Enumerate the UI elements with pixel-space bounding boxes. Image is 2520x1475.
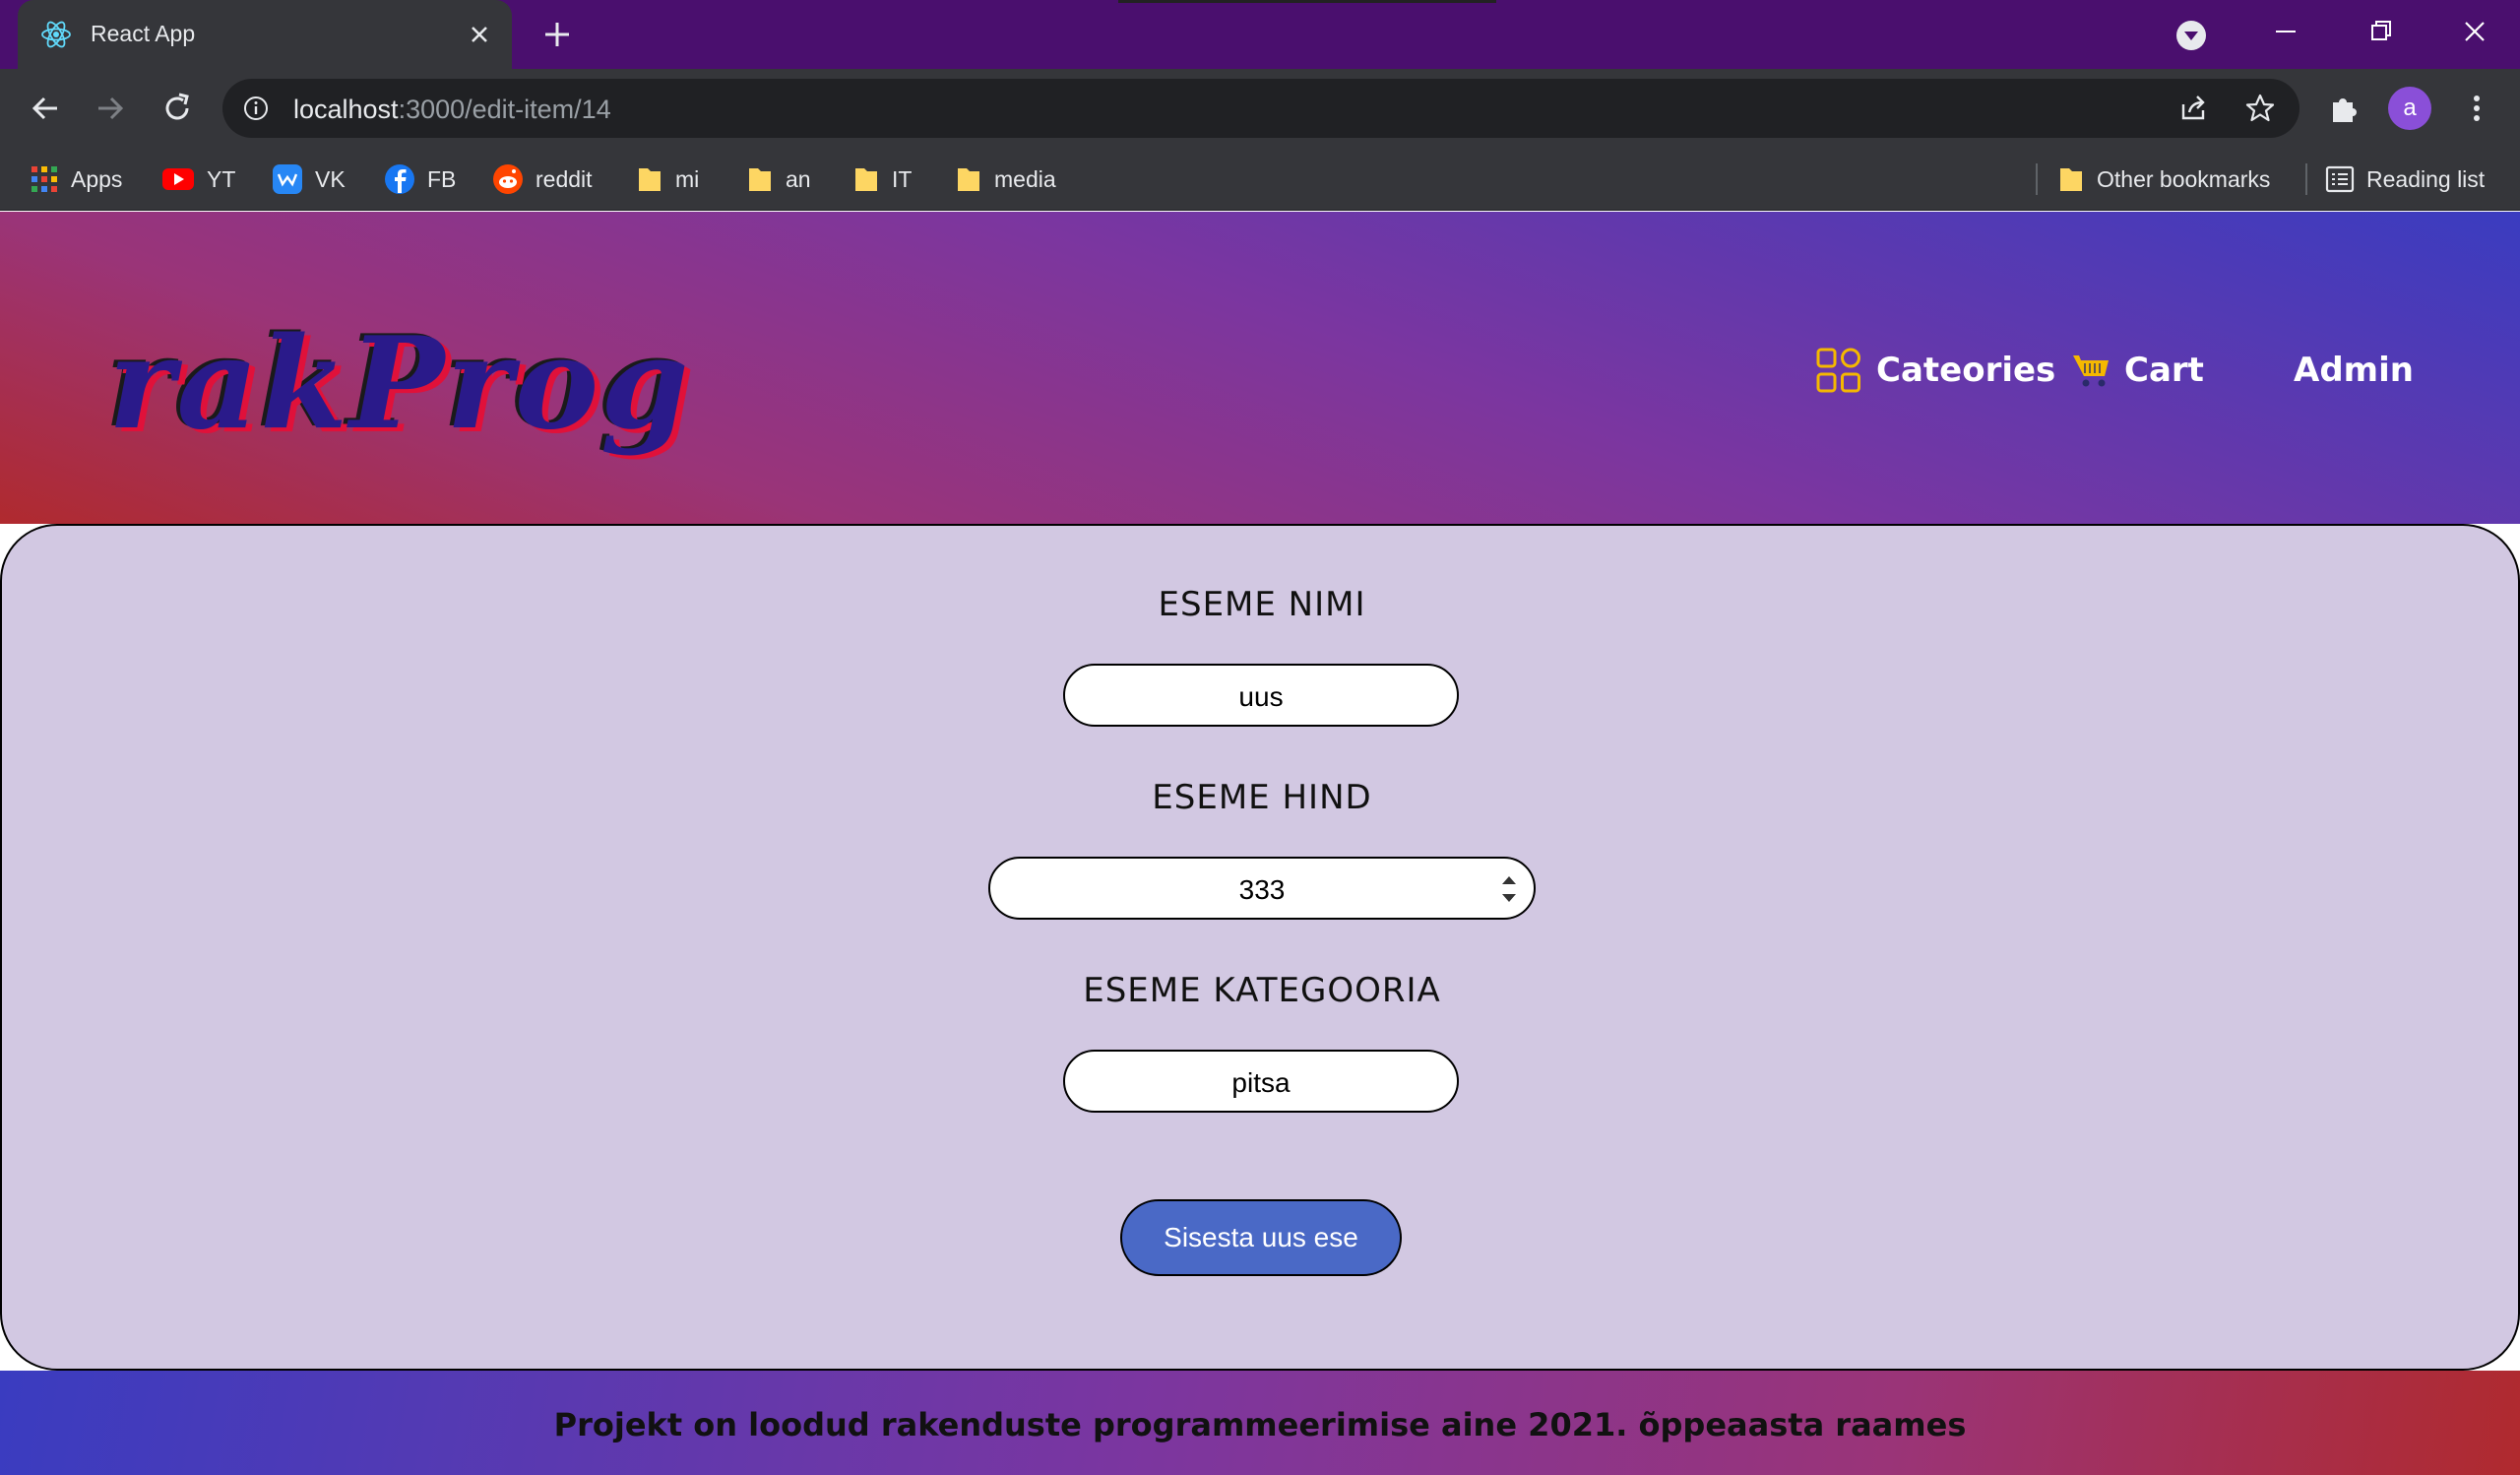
vk-icon: [273, 164, 302, 194]
folder-icon: [749, 168, 771, 191]
nav-categories[interactable]: Cateories: [1815, 346, 2055, 395]
address-bar[interactable]: localhost:3000/edit-item/14: [222, 79, 2300, 138]
back-arrow-icon[interactable]: [26, 89, 65, 128]
other-bookmarks[interactable]: Other bookmarks: [2057, 161, 2270, 197]
apps-grid-icon: [32, 166, 57, 192]
url-text: localhost:3000/edit-item/14: [293, 95, 611, 125]
close-window-icon[interactable]: [2451, 12, 2498, 51]
site-header: rakProg Cateories Cart Admin: [0, 212, 2520, 524]
bookmark-reddit[interactable]: reddit: [492, 161, 593, 197]
bookmark-yt[interactable]: YT: [161, 161, 235, 197]
bookmark-label: FB: [427, 165, 457, 192]
bookmark-folder-an[interactable]: an: [746, 161, 811, 197]
folder-icon: [855, 168, 877, 191]
folder-icon: [639, 168, 661, 191]
close-tab-icon[interactable]: [463, 18, 496, 51]
reload-icon[interactable]: [158, 89, 197, 128]
item-category-input[interactable]: pitsa: [1063, 1050, 1459, 1113]
browser-tab-strip: React App: [0, 0, 2520, 69]
share-icon[interactable]: [2175, 91, 2211, 126]
bookmarks-bar: Apps YT VK FB reddit mi an IT media Othe…: [0, 148, 2520, 211]
shopping-cart-icon: [2073, 355, 2109, 387]
nav-categories-label: Cateories: [1876, 351, 2056, 390]
nav-cart-label: Cart: [2124, 351, 2204, 390]
bookmarks-divider: [2036, 163, 2038, 195]
browser-menu-icon[interactable]: [2457, 89, 2496, 128]
nav-cart[interactable]: Cart: [2071, 346, 2204, 395]
other-bookmarks-label: Other bookmarks: [2097, 165, 2271, 192]
bookmark-label: mi: [675, 165, 700, 192]
item-price-value: 333: [1238, 874, 1286, 905]
bookmark-star-icon[interactable]: [2242, 91, 2278, 126]
reading-list-icon: [2325, 165, 2355, 193]
bookmark-label: reddit: [536, 165, 593, 192]
restore-window-icon[interactable]: [2357, 12, 2404, 51]
bookmark-apps[interactable]: Apps: [30, 161, 122, 197]
submit-item-button[interactable]: Sisesta uus ese: [1120, 1199, 1402, 1276]
reading-list-label: Reading list: [2366, 165, 2486, 192]
tab-title: React App: [91, 21, 196, 46]
item-name-label: ESEME NIMI: [1158, 585, 1366, 624]
bookmark-label: an: [786, 165, 811, 192]
nav-admin-label: Admin: [2294, 351, 2414, 390]
bookmark-label: media: [994, 165, 1056, 192]
bookmark-label: YT: [207, 165, 236, 192]
profile-avatar[interactable]: a: [2388, 87, 2431, 130]
bookmarks-divider: [2305, 163, 2307, 195]
bookmark-fb[interactable]: FB: [384, 161, 456, 197]
item-category-label: ESEME KATEGOORIA: [1083, 971, 1441, 1010]
folder-icon: [958, 168, 979, 191]
browser-toolbar: localhost:3000/edit-item/14 a: [0, 69, 2520, 148]
forward-arrow-icon[interactable]: [91, 89, 130, 128]
bookmark-folder-media[interactable]: media: [955, 161, 1056, 197]
reddit-icon: [493, 164, 523, 194]
extensions-puzzle-icon[interactable]: [2323, 89, 2362, 128]
item-price-label: ESEME HIND: [1152, 778, 1372, 817]
url-path: :3000/edit-item/14: [398, 95, 611, 124]
bookmark-folder-it[interactable]: IT: [852, 161, 912, 197]
item-price-input[interactable]: 333: [988, 857, 1536, 920]
footer-text: Projekt on loodud rakenduste programmeer…: [553, 1406, 1967, 1443]
nav-admin[interactable]: Admin: [2294, 346, 2414, 395]
site-info-icon[interactable]: [242, 95, 270, 122]
bookmark-label: IT: [892, 165, 913, 192]
bookmark-folder-mi[interactable]: mi: [636, 161, 699, 197]
tab-search-icon[interactable]: [2174, 18, 2209, 53]
url-host: localhost: [293, 95, 399, 124]
minimize-window-icon[interactable]: [2262, 12, 2309, 51]
bookmark-label: Apps: [71, 165, 123, 192]
react-favicon-icon: [41, 21, 71, 48]
site-logo[interactable]: rakProg: [108, 310, 691, 458]
number-spinner-icon[interactable]: [1498, 865, 1520, 914]
youtube-icon: [162, 168, 194, 190]
new-tab-plus-icon[interactable]: [539, 17, 575, 52]
bookmark-vk[interactable]: VK: [272, 161, 346, 197]
tab-strip-indicator: [1118, 0, 1496, 3]
site-footer: Projekt on loodud rakenduste programmeer…: [0, 1371, 2520, 1475]
item-name-input[interactable]: uus: [1063, 664, 1459, 727]
bookmark-label: VK: [315, 165, 346, 192]
reading-list[interactable]: Reading list: [2325, 161, 2485, 197]
folder-icon: [2060, 168, 2082, 191]
categories-grid-icon: [1816, 348, 1860, 393]
browser-tab[interactable]: React App: [18, 0, 512, 69]
facebook-icon: [385, 164, 414, 194]
